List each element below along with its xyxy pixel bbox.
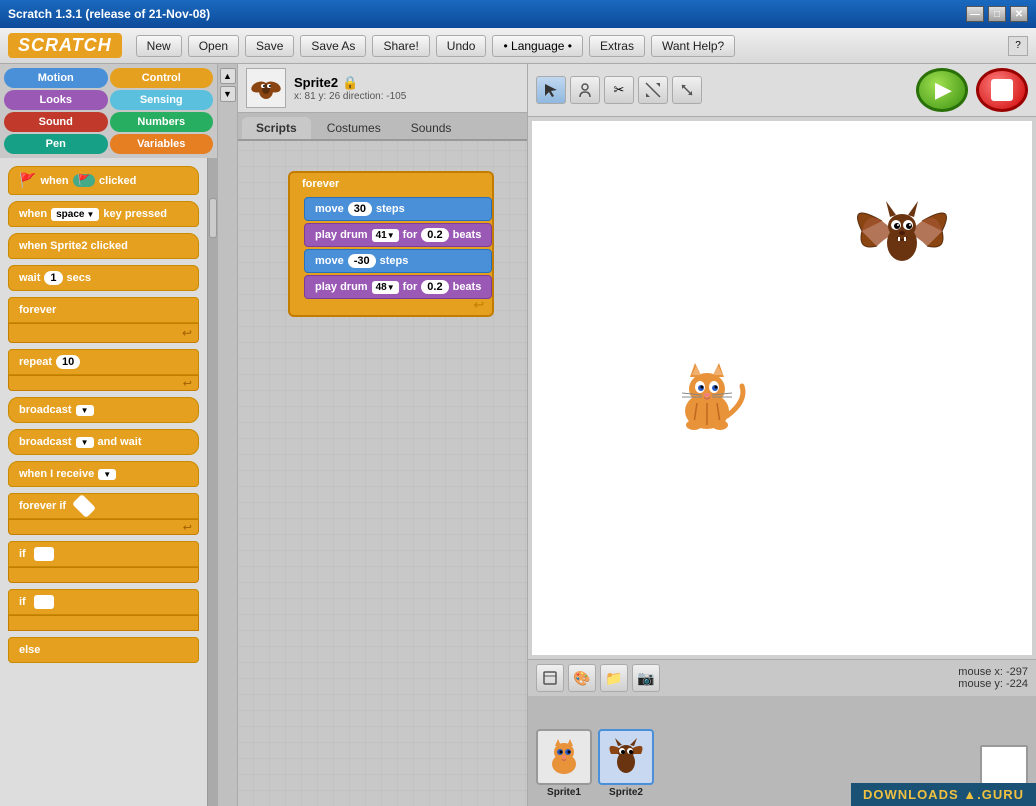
person-tool[interactable] xyxy=(570,76,600,104)
watermark: DOWNLOADS ▲.GURU xyxy=(851,783,1036,806)
block-broadcast[interactable]: broadcast xyxy=(8,397,199,423)
block-if-else[interactable]: if xyxy=(8,589,199,631)
category-variables[interactable]: Variables xyxy=(110,134,214,154)
block-when-sprite-clicked[interactable]: when Sprite2 clicked xyxy=(8,233,199,259)
stage-tools: ✂ xyxy=(536,76,702,104)
sprite-thumbnail-svg xyxy=(247,69,285,107)
share-button[interactable]: Share! xyxy=(372,35,429,57)
stage-edit-btn[interactable] xyxy=(536,664,564,692)
sprite-header: Sprite2 🔒 x: 81 y: 26 direction: -105 xyxy=(238,64,527,113)
main-layout: Motion Control Looks Sensing Sound Numbe… xyxy=(0,64,1036,806)
block-if[interactable]: if xyxy=(8,541,199,583)
block-when-key-pressed[interactable]: when space key pressed xyxy=(8,201,199,227)
paint-btn[interactable]: 🎨 xyxy=(568,664,596,692)
category-looks[interactable]: Looks xyxy=(4,90,108,110)
block-broadcast-wait[interactable]: broadcast and wait xyxy=(8,429,199,455)
grow-tool[interactable] xyxy=(638,76,668,104)
category-numbers[interactable]: Numbers xyxy=(110,112,214,132)
stage-canvas xyxy=(532,121,1032,655)
category-sensing[interactable]: Sensing xyxy=(110,90,214,110)
category-control[interactable]: Control xyxy=(110,68,214,88)
category-motion[interactable]: Motion xyxy=(4,68,108,88)
block-move2[interactable]: move -30 steps xyxy=(304,249,492,273)
script-canvas: forever move 30 steps play dru xyxy=(238,141,527,806)
stage-bottom-toolbar: 🎨 📁 📷 mouse x: -297 mouse y: -224 xyxy=(528,659,1036,696)
language-button[interactable]: • Language • xyxy=(492,35,582,57)
block-forever-if[interactable]: forever if ↩ xyxy=(8,493,199,535)
titlebar: Scratch 1.3.1 (release of 21-Nov-08) — □… xyxy=(0,0,1036,28)
block-move1[interactable]: move 30 steps xyxy=(304,197,492,221)
stage-thumb-img xyxy=(980,745,1028,785)
save-button[interactable]: Save xyxy=(245,35,294,57)
mouse-coords: mouse x: -297 mouse y: -224 xyxy=(958,666,1028,690)
save-as-button[interactable]: Save As xyxy=(300,35,366,57)
script-stack: forever move 30 steps play dru xyxy=(288,171,494,317)
block-wait[interactable]: wait 1 secs xyxy=(8,265,199,291)
extras-button[interactable]: Extras xyxy=(589,35,645,57)
stamp-tool[interactable]: ✂ xyxy=(604,76,634,104)
block-else[interactable]: else xyxy=(8,637,199,663)
block-drum2[interactable]: play drum 48▼ for 0.2 beats xyxy=(304,275,492,299)
left-scrollbar[interactable] xyxy=(207,158,217,806)
new-button[interactable]: New xyxy=(136,35,182,57)
minimize-button[interactable]: — xyxy=(966,6,984,22)
cat-sprite[interactable] xyxy=(662,351,752,444)
block-when-clicked[interactable]: 🚩 when 🚩 clicked xyxy=(8,166,199,195)
category-sound[interactable]: Sound xyxy=(4,112,108,132)
script-area-container: Sprite2 🔒 x: 81 y: 26 direction: -105 Sc… xyxy=(238,64,528,806)
play-button[interactable]: ▶ xyxy=(916,68,968,112)
blocks-list: 🚩 when 🚩 clicked when space key pressed … xyxy=(0,158,207,806)
open-button[interactable]: Open xyxy=(188,35,239,57)
forever-inner: move 30 steps play drum 41▼ for 0.2 beat… xyxy=(288,195,494,303)
shrink-tool[interactable] xyxy=(672,76,702,104)
camera-btn[interactable]: 📷 xyxy=(632,664,660,692)
script-tabs: Scripts Costumes Sounds xyxy=(238,113,527,141)
sprite-coords: x: 81 y: 26 direction: -105 xyxy=(294,91,406,102)
titlebar-title: Scratch 1.3.1 (release of 21-Nov-08) xyxy=(8,7,210,21)
block-categories: Motion Control Looks Sensing Sound Numbe… xyxy=(0,64,217,158)
folder-btn[interactable]: 📁 xyxy=(600,664,628,692)
sprite1-label: Sprite1 xyxy=(547,787,581,798)
stage-toolbar: ✂ xyxy=(528,64,1036,117)
sprite-preview xyxy=(246,68,286,108)
titlebar-controls: — □ ✕ xyxy=(966,6,1028,22)
sprite2-label: Sprite2 xyxy=(609,787,643,798)
block-forever[interactable]: forever ↩ xyxy=(8,297,199,343)
undo-button[interactable]: Undo xyxy=(436,35,487,57)
maximize-button[interactable]: □ xyxy=(988,6,1006,22)
category-pen[interactable]: Pen xyxy=(4,134,108,154)
stop-button[interactable] xyxy=(976,68,1028,112)
sprite-info: Sprite2 🔒 x: 81 y: 26 direction: -105 xyxy=(294,75,406,102)
forever-block[interactable]: forever xyxy=(288,171,494,195)
want-help-button[interactable]: Want Help? xyxy=(651,35,735,57)
right-panel: ✂ xyxy=(528,64,1036,806)
block-drum1[interactable]: play drum 41▼ for 0.2 beats xyxy=(304,223,492,247)
forever-block-bottom: ↩ xyxy=(288,303,494,317)
cursor-tool[interactable] xyxy=(536,76,566,104)
nav-up[interactable]: ▲ xyxy=(220,68,236,84)
playback-controls: ▶ xyxy=(916,68,1028,112)
left-panel: Motion Control Looks Sensing Sound Numbe… xyxy=(0,64,218,806)
nav-arrows: ▲ ▼ xyxy=(218,64,238,806)
scrollbar-thumb[interactable] xyxy=(209,198,217,238)
tab-scripts[interactable]: Scripts xyxy=(242,117,311,139)
bat-sprite[interactable] xyxy=(842,191,962,294)
sprite-thumb-1[interactable]: Sprite1 xyxy=(536,729,592,798)
tab-costumes[interactable]: Costumes xyxy=(313,117,395,139)
block-when-receive[interactable]: when I receive xyxy=(8,461,199,487)
close-button[interactable]: ✕ xyxy=(1010,6,1028,22)
sprite-thumb-img-1 xyxy=(536,729,592,785)
tab-sounds[interactable]: Sounds xyxy=(397,117,466,139)
nav-down[interactable]: ▼ xyxy=(220,86,236,102)
sprite-thumb-img-2 xyxy=(598,729,654,785)
menubar: SCRATCH New Open Save Save As Share! Und… xyxy=(0,28,1036,64)
sprite-thumb-2[interactable]: Sprite2 xyxy=(598,729,654,798)
scratch-logo: SCRATCH xyxy=(8,33,122,58)
block-repeat[interactable]: repeat 10 ↩ xyxy=(8,349,199,391)
script-section: ▲ ▼ xyxy=(218,64,528,806)
help-icon[interactable]: ? xyxy=(1008,36,1028,56)
